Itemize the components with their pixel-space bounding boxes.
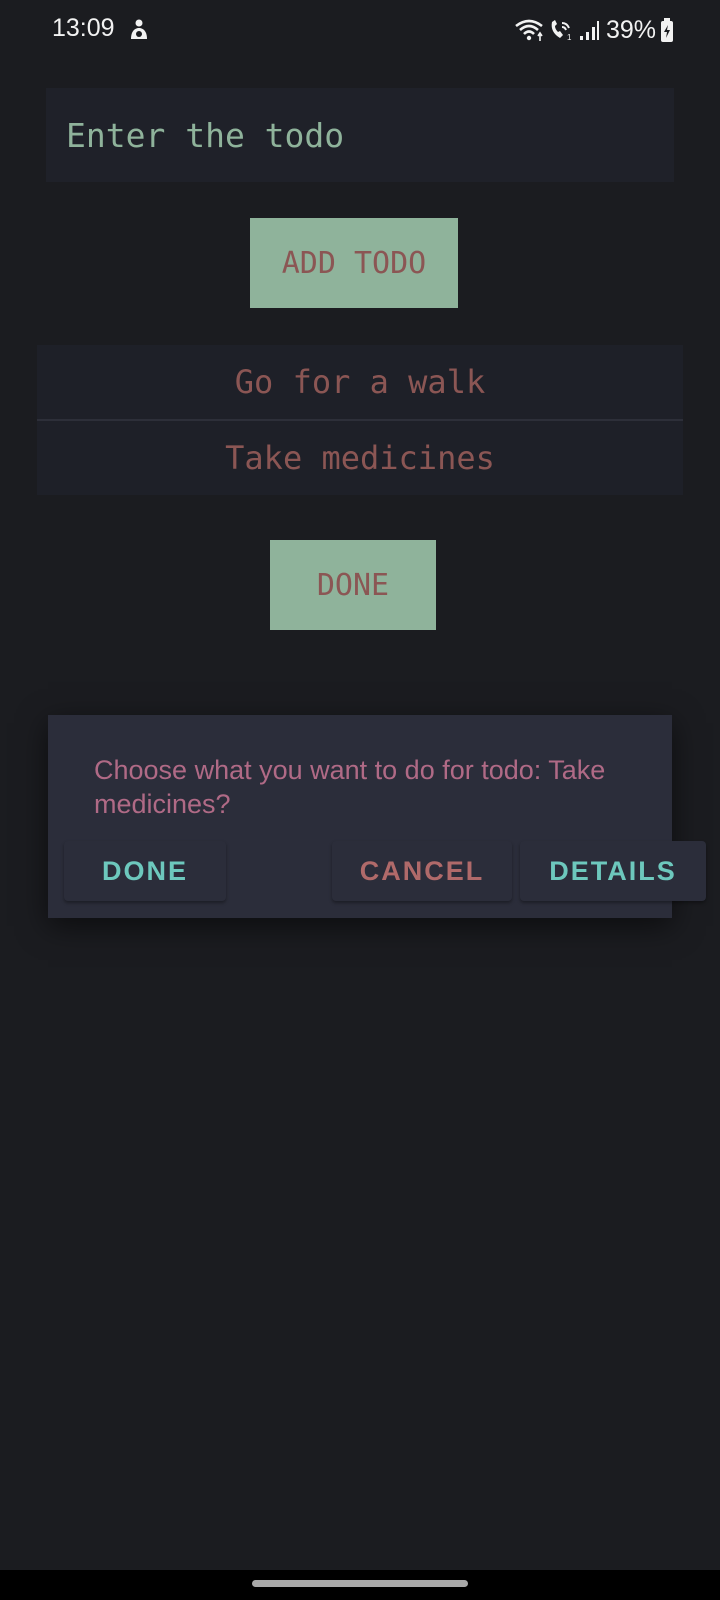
add-todo-button[interactable]: ADD TODO <box>250 218 458 308</box>
status-icons: 1 39% <box>514 14 674 46</box>
status-bar: 13:09 1 39% <box>0 0 720 60</box>
action-dialog: Choose what you want to do for todo: Tak… <box>48 715 706 918</box>
todo-item-medicines[interactable]: Take medicines <box>37 419 683 495</box>
dialog-message: Choose what you want to do for todo: Tak… <box>94 755 606 819</box>
dialog-cancel-button[interactable]: CANCEL <box>332 841 512 901</box>
battery-percent: 39% <box>605 15 656 44</box>
notification-icon <box>128 18 150 42</box>
todo-item-walk[interactable]: Go for a walk <box>37 345 683 419</box>
svg-text:1: 1 <box>567 33 572 42</box>
wifi-calling-icon: 1 <box>548 18 574 42</box>
dialog-done-button[interactable]: DONE <box>64 841 226 901</box>
battery-icon <box>660 17 674 43</box>
home-indicator[interactable] <box>252 1580 468 1587</box>
todo-list: Go for a walk Take medicines <box>37 345 683 495</box>
done-button[interactable]: DONE <box>270 540 436 630</box>
signal-icon <box>578 18 600 42</box>
navigation-bar <box>0 1570 720 1600</box>
wifi-icon <box>514 18 544 42</box>
todo-input[interactable] <box>46 88 674 182</box>
status-time: 13:09 <box>52 14 115 42</box>
dialog-details-button[interactable]: DETAILS <box>520 841 706 901</box>
dialog-actions: DONE CANCEL DETAILS <box>64 841 706 901</box>
